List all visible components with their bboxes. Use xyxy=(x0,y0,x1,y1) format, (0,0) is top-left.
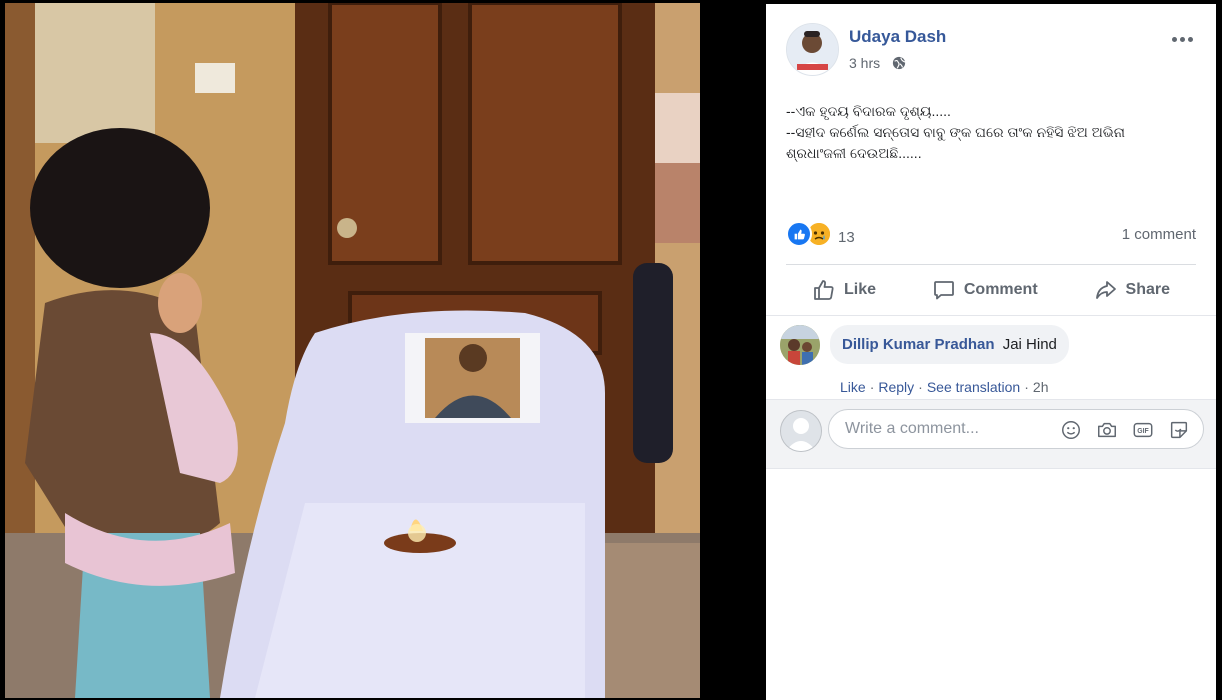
post-time[interactable]: 3 hrs xyxy=(849,55,880,71)
post-header: Udaya Dash 3 hrs xyxy=(786,23,1196,83)
sticker-icon[interactable] xyxy=(1168,419,1190,441)
action-bar: Like Comment Share xyxy=(786,268,1196,312)
more-dot-icon xyxy=(1187,36,1193,42)
post-meta: 3 hrs xyxy=(849,55,906,71)
svg-text:GIF: GIF xyxy=(1137,428,1148,435)
reaction-count: 13 xyxy=(838,228,855,246)
comment-composer: GIF xyxy=(766,399,1216,469)
separator: · xyxy=(918,379,923,395)
share-button[interactable]: Share xyxy=(1068,268,1196,312)
comments-section: Dillip Kumar Pradhan Jai Hind Like · Reply… xyxy=(766,315,1216,700)
post-photo[interactable] xyxy=(5,3,700,698)
post-text-line: --ଏକ ହୃଦୟ ବିଦାରକ ଦୃଶ୍ୟ..... xyxy=(786,103,951,119)
author-name[interactable]: Udaya Dash xyxy=(849,27,946,47)
more-dot-icon xyxy=(1171,36,1177,42)
separator: · xyxy=(1024,379,1029,395)
like-label: Like xyxy=(844,281,877,298)
comment-text: Jai Hind xyxy=(1002,336,1057,353)
current-user-avatar xyxy=(780,410,822,452)
composer-icons: GIF xyxy=(1060,419,1190,441)
globe-icon[interactable] xyxy=(892,56,906,70)
separator: · xyxy=(869,379,875,395)
like-button[interactable]: Like xyxy=(786,268,902,312)
comment-label: Comment xyxy=(963,281,1038,298)
divider xyxy=(766,315,1216,316)
commenter-name[interactable]: Dillip Kumar Pradhan xyxy=(842,336,995,353)
comment-bubble-icon xyxy=(933,281,954,300)
share-label: Share xyxy=(1125,281,1170,298)
comment-reply-link[interactable]: Reply xyxy=(878,379,914,395)
post-text: --ଏକ ହୃଦୟ ବିଦାରକ ଦୃଶ୍ୟ..... --ସହୀଦ କର୍ଣେଲ… xyxy=(786,101,1186,164)
share-arrow-icon xyxy=(1095,281,1116,299)
divider xyxy=(786,264,1196,265)
reactions-summary[interactable]: 13 xyxy=(786,221,855,247)
post-side-panel: Udaya Dash 3 hrs --ଏକ ହୃଦୟ ବିଦାରକ ଦୃଶ୍ୟ.… xyxy=(766,4,1216,700)
comment-button[interactable]: Comment xyxy=(906,268,1064,312)
comment-like-link[interactable]: Like xyxy=(840,379,866,395)
see-translation-link[interactable]: See translation xyxy=(927,379,1020,395)
photo-gap xyxy=(700,0,766,700)
comment-count[interactable]: 1 comment xyxy=(1122,226,1196,243)
author-avatar[interactable] xyxy=(786,23,839,76)
more-dot-icon xyxy=(1179,36,1185,42)
more-options-button[interactable] xyxy=(1168,29,1196,49)
like-reaction-icon xyxy=(786,221,812,247)
emoji-icon[interactable] xyxy=(1060,419,1082,441)
post-text-line: --ସହୀଦ କର୍ଣେଲ ସନ୍ତୋସ ବାବୁ ଙ୍କ ଘରେ ତାଂକ ନ… xyxy=(786,124,1129,161)
commenter-avatar[interactable] xyxy=(780,325,820,365)
gif-icon[interactable]: GIF xyxy=(1132,419,1154,441)
comment-actions: Like · Reply · See translation · 2h xyxy=(840,379,1048,395)
comment-time[interactable]: 2h xyxy=(1033,379,1049,395)
camera-icon[interactable] xyxy=(1096,419,1118,441)
photo-illustration xyxy=(5,3,700,698)
comment-bubble: Dillip Kumar Pradhan Jai Hind xyxy=(830,325,1069,364)
thumbs-up-icon xyxy=(814,280,834,300)
